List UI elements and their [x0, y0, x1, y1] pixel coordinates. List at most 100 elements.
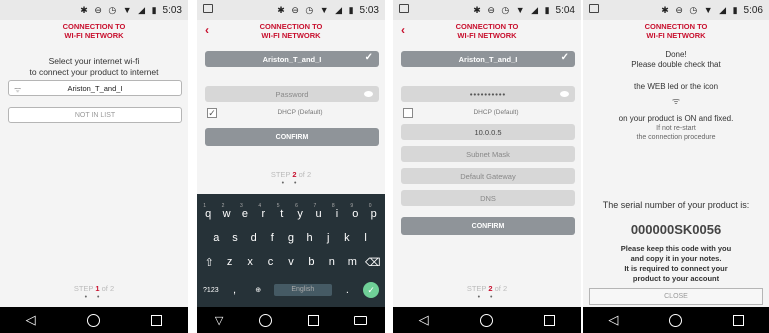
default-gateway-input[interactable]: Default Gateway [401, 168, 575, 184]
key[interactable]: a [208, 232, 224, 244]
key[interactable]: 4r [255, 203, 271, 220]
soft-keyboard: 1q 2w 3e 4r 5t 6y 7u 8i 9o 0p a s d f g … [197, 194, 385, 307]
enter-check-icon[interactable]: ✓ [363, 282, 380, 298]
not-in-list-button[interactable]: NOT IN LIST [8, 107, 182, 123]
dns-input[interactable]: DNS [401, 190, 575, 206]
key[interactable]: v [283, 256, 299, 269]
password-input[interactable]: Password [205, 86, 379, 102]
key[interactable]: 1q [200, 203, 216, 220]
home-nav-icon[interactable] [668, 313, 682, 327]
close-button[interactable]: CLOSE [589, 288, 763, 305]
key[interactable]: b [303, 256, 319, 269]
key-number: 5 [276, 203, 280, 209]
hide-keyboard-icon[interactable]: ▽ [215, 314, 223, 327]
backspace-icon[interactable]: ⌫ [365, 256, 381, 269]
req-line-1: It is required to connect your [624, 264, 728, 273]
subnet-mask-input[interactable]: Subnet Mask [401, 146, 575, 162]
keyboard-row-4: ?123 , ⊕ English . ✓ [197, 282, 385, 298]
serial-number: 000000SK0056 [630, 222, 722, 237]
network-name: Ariston_T_and_I [458, 54, 518, 64]
key[interactable]: 0p [366, 203, 382, 220]
status-time: 5:03 [162, 4, 182, 16]
web-line: the WEB led or the icon [633, 82, 719, 91]
period-key[interactable]: . [339, 284, 355, 296]
key[interactable]: n [324, 256, 340, 269]
key[interactable]: 3e [237, 203, 253, 220]
recent-apps-icon[interactable] [732, 314, 744, 326]
confirm-label: CONFIRM [275, 133, 309, 141]
key[interactable]: s [227, 232, 243, 244]
network-item[interactable]: ᯤ Ariston_T_and_I [8, 80, 182, 96]
step-total: of 2 [298, 170, 312, 179]
key[interactable]: m [344, 256, 360, 269]
key[interactable]: z [222, 256, 238, 269]
step-total: of 2 [494, 284, 508, 293]
step-indicator: STEP 2 of 2 [393, 284, 581, 293]
dhcp-checkbox[interactable]: ✓ [207, 108, 217, 118]
eye-icon[interactable] [364, 91, 373, 97]
key[interactable]: f [264, 232, 280, 244]
password-placeholder: Password [275, 89, 309, 99]
space-key[interactable]: English [273, 284, 332, 296]
password-value: •••••••••• [469, 89, 507, 99]
key-number: 7 [313, 203, 317, 209]
keyboard-row-2: a s d f g h j k l [197, 232, 385, 244]
key[interactable]: 2w [219, 203, 235, 220]
page-title-text: CONNECTION TO WI-FI NETWORK [259, 22, 323, 40]
serial-title: The serial number of your product is: [602, 200, 750, 210]
key[interactable]: x [242, 256, 258, 269]
recent-apps-icon[interactable] [151, 314, 163, 326]
home-nav-icon[interactable] [86, 313, 100, 327]
page-title: CONNECTION TO WI-FI NETWORK [583, 20, 769, 42]
password-input[interactable]: •••••••••• [401, 86, 575, 102]
key[interactable]: k [339, 232, 355, 244]
home-nav-icon[interactable] [258, 313, 272, 327]
key[interactable]: l [358, 232, 374, 244]
keyboard-switch-icon[interactable] [354, 315, 368, 325]
key-letter: i [335, 208, 339, 220]
ip-address-input[interactable]: 10.0.0.5 [401, 124, 575, 140]
intro-line-1: Select your internet wi-fi [48, 56, 140, 66]
key[interactable]: 6y [292, 203, 308, 220]
keyboard-row-3: ⇧ z x c v b n m ⌫ [197, 256, 385, 269]
eye-icon[interactable] [560, 91, 569, 97]
dhcp-checkbox[interactable] [403, 108, 413, 118]
check-icon: ✓ [560, 52, 569, 63]
key[interactable]: g [283, 232, 299, 244]
close-label: CLOSE [664, 293, 688, 300]
comma-key[interactable]: , [226, 284, 242, 296]
back-nav-icon[interactable]: ◁ [26, 312, 36, 328]
symbols-key[interactable]: ?123 [203, 287, 219, 294]
key[interactable]: 9o [347, 203, 363, 220]
key-letter: u [315, 208, 322, 220]
key-number: 3 [239, 203, 243, 209]
key[interactable]: j [320, 232, 336, 244]
selected-network[interactable]: Ariston_T_and_I ✓ [401, 51, 575, 67]
step-current: 1 [95, 284, 100, 293]
key-number: 0 [368, 203, 372, 209]
network-name: Ariston_T_and_I [262, 54, 322, 64]
key[interactable]: c [263, 256, 279, 269]
shift-icon[interactable]: ⇧ [201, 256, 217, 269]
nav-bar: ◁ [393, 307, 581, 333]
home-nav-icon[interactable] [479, 313, 493, 327]
back-nav-icon[interactable]: ◁ [608, 312, 618, 328]
subnet-placeholder: Subnet Mask [466, 149, 510, 159]
globe-icon[interactable]: ⊕ [250, 286, 266, 294]
recent-apps-icon[interactable] [307, 314, 319, 326]
key[interactable]: 7u [311, 203, 327, 220]
confirm-button[interactable]: CONFIRM [401, 217, 575, 235]
back-nav-icon[interactable]: ◁ [419, 312, 429, 328]
on-line: on your product is ON and fixed. [618, 114, 734, 123]
key[interactable]: d [246, 232, 262, 244]
status-bar: ✱ ⊖ ◷ ▼ ◢ ▮ 5:04 [393, 0, 581, 20]
check-icon: ✓ [364, 52, 373, 63]
nav-bar: ◁ [0, 307, 188, 333]
key[interactable]: 5t [274, 203, 290, 220]
selected-network[interactable]: Ariston_T_and_I ✓ [205, 51, 379, 67]
key-letter: o [352, 208, 359, 220]
key[interactable]: 8i [329, 203, 345, 220]
confirm-button[interactable]: CONFIRM [205, 128, 379, 146]
key[interactable]: h [302, 232, 318, 244]
recent-apps-icon[interactable] [544, 314, 556, 326]
